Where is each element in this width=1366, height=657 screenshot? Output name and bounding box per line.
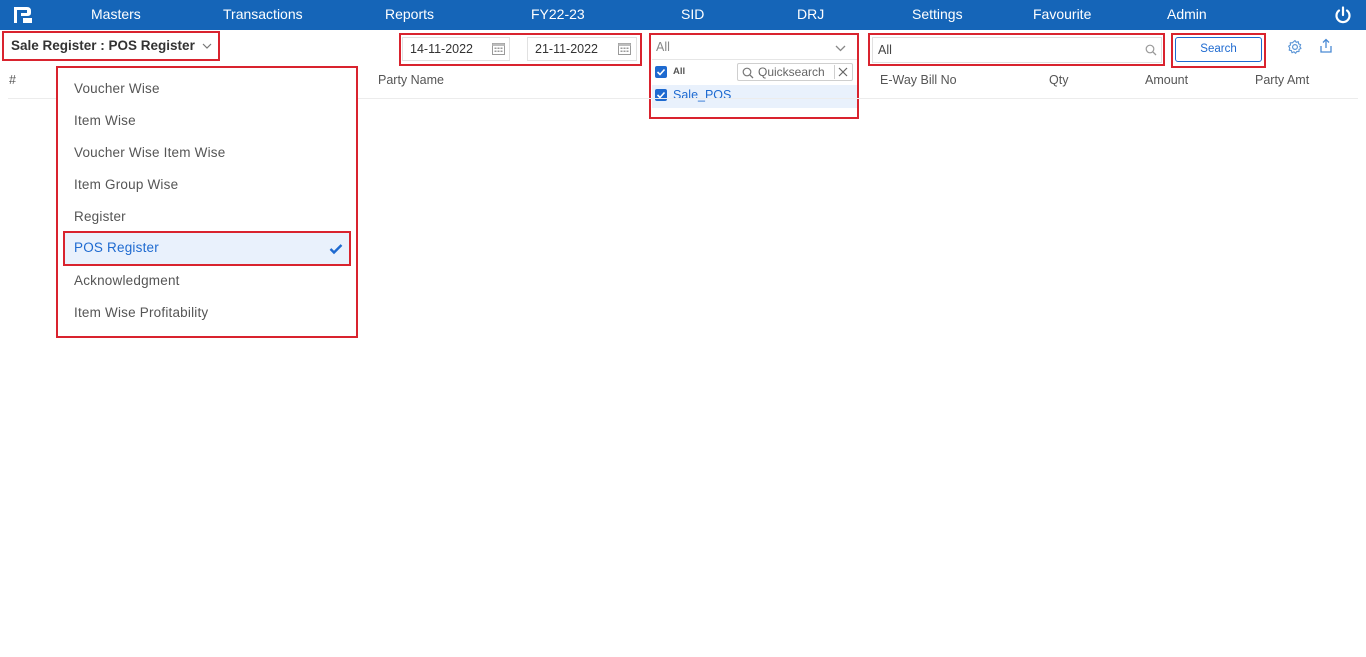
highlight-voucher-type: [649, 33, 859, 119]
column-header-amount[interactable]: Amount: [1145, 73, 1188, 87]
top-nav-bar: Masters Transactions Reports FY22-23 SID…: [0, 0, 1366, 30]
power-icon[interactable]: [1333, 5, 1353, 25]
column-header-index: #: [9, 73, 16, 87]
column-header-party-amt[interactable]: Party Amt: [1255, 73, 1309, 87]
nav-fiscal-year[interactable]: FY22-23: [531, 0, 585, 30]
nav-sid[interactable]: SID: [681, 0, 704, 30]
share-icon[interactable]: [1318, 38, 1334, 54]
highlight-party-filter: [868, 33, 1165, 66]
column-header-eway-bill[interactable]: E-Way Bill No: [880, 73, 957, 87]
nav-drj[interactable]: DRJ: [797, 0, 824, 30]
nav-favourite[interactable]: Favourite: [1033, 0, 1091, 30]
highlight-date-range: [399, 33, 642, 66]
gear-icon[interactable]: [1287, 39, 1303, 55]
highlight-report-selector: [2, 31, 220, 61]
highlight-selected-menu-item: [63, 231, 351, 266]
highlight-search-button: [1171, 33, 1266, 68]
app-logo-icon[interactable]: [12, 5, 34, 25]
nav-transactions[interactable]: Transactions: [223, 0, 303, 30]
column-header-qty[interactable]: Qty: [1049, 73, 1068, 87]
highlight-report-menu: [56, 66, 358, 338]
nav-admin[interactable]: Admin: [1167, 0, 1207, 30]
nav-masters[interactable]: Masters: [91, 0, 141, 30]
nav-reports[interactable]: Reports: [385, 0, 434, 30]
column-header-party-name[interactable]: Party Name: [378, 73, 444, 87]
nav-settings[interactable]: Settings: [912, 0, 963, 30]
